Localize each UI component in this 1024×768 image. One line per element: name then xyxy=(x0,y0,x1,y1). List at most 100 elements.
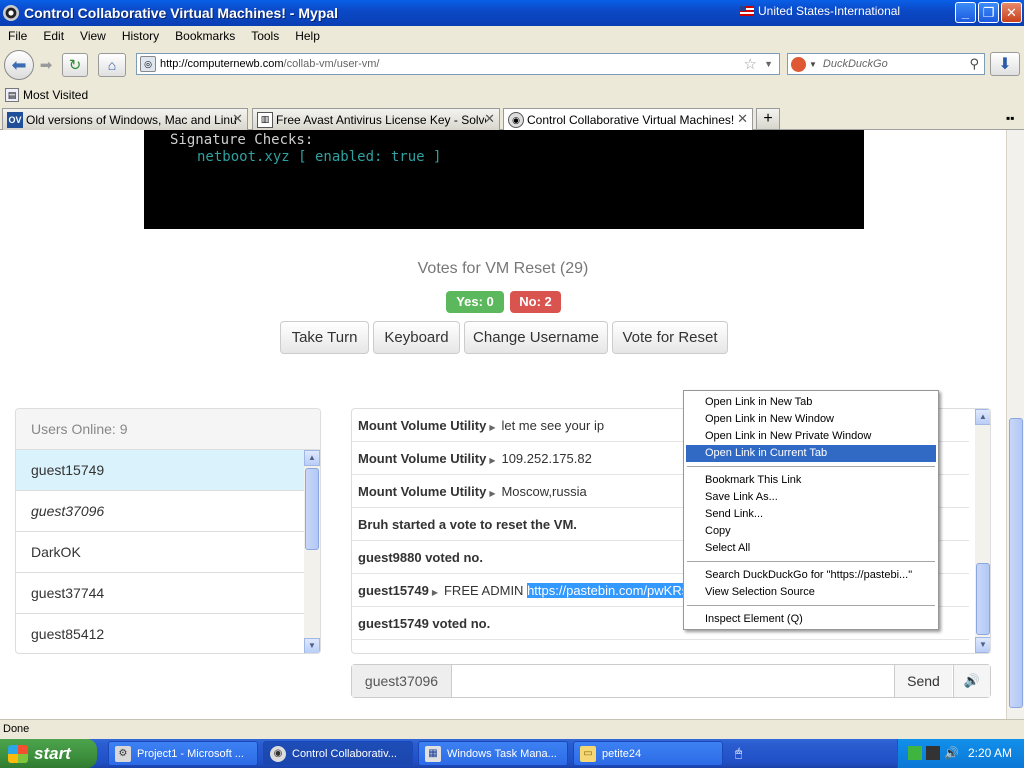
menu-file[interactable]: File xyxy=(0,29,35,43)
chat-link[interactable]: https://pastebin.com/pwKRs xyxy=(527,583,689,598)
duckduckgo-icon[interactable] xyxy=(791,56,806,72)
chat-username-label: guest37096 xyxy=(352,665,452,697)
no-votes-badge[interactable]: No: 2 xyxy=(510,291,561,313)
bookmark-star-icon[interactable]: ☆ xyxy=(744,55,757,73)
tray-app-icon[interactable] xyxy=(908,746,922,760)
tab-label: Free Avast Antivirus License Key - Solve… xyxy=(276,112,486,127)
tray-volume-icon[interactable]: 🔊 xyxy=(944,746,959,760)
change-username-button[interactable]: Change Username xyxy=(464,321,608,354)
user-list-item[interactable]: guest15749 xyxy=(16,450,304,491)
chat-username[interactable]: Mount Volume Utility xyxy=(358,451,486,466)
taskbar-item-project1[interactable]: ⚙ Project1 - Microsoft ... xyxy=(108,741,258,766)
new-tab-button[interactable]: + xyxy=(756,108,780,130)
menu-bookmarks[interactable]: Bookmarks xyxy=(167,29,243,43)
scroll-down-icon[interactable]: ▼ xyxy=(975,637,990,653)
tab-close-icon[interactable]: ✕ xyxy=(232,111,243,127)
send-button[interactable]: Send xyxy=(894,665,952,697)
keyboard-button[interactable]: Keyboard xyxy=(373,321,460,354)
take-turn-button[interactable]: Take Turn xyxy=(280,321,369,354)
language-indicator[interactable]: United States-International xyxy=(740,4,900,18)
forward-button[interactable]: ➡ xyxy=(36,55,56,75)
user-list-item[interactable]: guest37096 xyxy=(16,491,304,532)
mouse-icon[interactable]: 🖱 xyxy=(735,746,749,762)
us-flag-icon xyxy=(740,6,754,16)
reload-button[interactable]: ↻ xyxy=(62,53,88,77)
tab-old-versions[interactable]: OV Old versions of Windows, Mac and Linu… xyxy=(2,108,248,130)
search-bar[interactable]: ▼ DuckDuckGo ⚲ xyxy=(787,53,985,75)
home-button[interactable]: ⌂ xyxy=(98,53,126,77)
ctx-search-duckduckgo[interactable]: Search DuckDuckGo for "https://pastebi..… xyxy=(686,567,936,584)
address-bar[interactable]: ◎ http://computernewb.com/collab-vm/user… xyxy=(136,53,780,75)
ctx-inspect-element[interactable]: Inspect Element (Q) xyxy=(686,611,936,628)
scroll-down-icon[interactable]: ▼ xyxy=(304,638,320,653)
ctx-copy[interactable]: Copy xyxy=(686,523,936,540)
mypal-app-icon[interactable] xyxy=(3,5,19,21)
url-dropdown-icon[interactable]: ▼ xyxy=(764,59,773,69)
minimize-button[interactable]: _ xyxy=(955,2,976,23)
ctx-open-private-window[interactable]: Open Link in New Private Window xyxy=(686,428,936,445)
menu-help[interactable]: Help xyxy=(287,29,328,43)
start-button[interactable]: start xyxy=(0,739,97,768)
menu-history[interactable]: History xyxy=(114,29,167,43)
chat-scrollbar[interactable]: ▲ ▼ xyxy=(975,409,990,653)
close-button[interactable]: ✕ xyxy=(1001,2,1022,23)
ctx-send-link[interactable]: Send Link... xyxy=(686,506,936,523)
ctx-open-new-tab[interactable]: Open Link in New Tab xyxy=(686,394,936,411)
user-list-item[interactable]: guest85412 xyxy=(16,614,304,653)
taskbar-item-mypal[interactable]: ◉ Control Collaborativ... xyxy=(263,741,413,766)
scrollbar-thumb[interactable] xyxy=(976,563,990,635)
users-scrollbar[interactable]: ▲ ▼ xyxy=(304,450,320,653)
chat-username[interactable]: Mount Volume Utility xyxy=(358,418,486,433)
back-button[interactable]: ⬅ xyxy=(4,50,34,80)
maximize-button[interactable]: ❐ xyxy=(978,2,999,23)
tab-close-icon[interactable]: ✕ xyxy=(737,111,748,127)
page-favicon-icon: ▥ xyxy=(257,111,273,128)
task-label: Windows Task Mana... xyxy=(447,747,557,760)
downloads-button[interactable]: ⬇ xyxy=(990,52,1020,76)
ctx-view-selection-source[interactable]: View Selection Source xyxy=(686,584,936,601)
chat-username[interactable]: guest15749 xyxy=(358,583,429,598)
page-scrollbar[interactable] xyxy=(1006,130,1024,719)
taskbar-clock[interactable]: 2:20 AM xyxy=(968,746,1012,760)
menu-bar: File Edit View History Bookmarks Tools H… xyxy=(0,26,1024,46)
sound-toggle-button[interactable]: 🔊 xyxy=(953,665,990,697)
ctx-open-current-tab[interactable]: Open Link in Current Tab xyxy=(686,445,936,462)
scroll-up-icon[interactable]: ▲ xyxy=(304,450,320,466)
tab-avast-key[interactable]: ▥ Free Avast Antivirus License Key - Sol… xyxy=(252,108,500,130)
ctx-select-all[interactable]: Select All xyxy=(686,540,936,557)
taskbar-item-petite24[interactable]: ▭ petite24 xyxy=(573,741,723,766)
search-engine-dropdown-icon[interactable]: ▼ xyxy=(809,60,817,69)
tab-close-icon[interactable]: ✕ xyxy=(484,111,495,127)
yes-votes-badge[interactable]: Yes: 0 xyxy=(446,291,504,313)
ctx-open-new-window[interactable]: Open Link in New Window xyxy=(686,411,936,428)
ctx-save-link[interactable]: Save Link As... xyxy=(686,489,936,506)
menu-edit[interactable]: Edit xyxy=(35,29,72,43)
vm-screen[interactable]: Signature Checks: netboot.xyz [ enabled:… xyxy=(144,130,864,229)
user-list-item[interactable]: DarkOK xyxy=(16,532,304,573)
bookmark-most-visited[interactable]: Most Visited xyxy=(23,88,88,102)
back-arrow-icon: ⬅ xyxy=(11,54,27,75)
scrollbar-thumb[interactable] xyxy=(305,468,319,550)
menu-separator xyxy=(687,561,935,562)
task-manager-icon: ▦ xyxy=(425,745,441,762)
tray-network-icon[interactable] xyxy=(926,746,940,760)
most-visited-icon: ▤ xyxy=(5,88,19,102)
menu-view[interactable]: View xyxy=(72,29,114,43)
scroll-up-icon[interactable]: ▲ xyxy=(975,409,990,425)
list-all-tabs-icon[interactable]: ▪▪ xyxy=(1006,111,1015,125)
chat-username[interactable]: Mount Volume Utility xyxy=(358,484,486,499)
chat-message-input[interactable] xyxy=(453,665,893,697)
chat-text: let me see your ip xyxy=(501,418,605,433)
taskbar-item-task-manager[interactable]: ▦ Windows Task Mana... xyxy=(418,741,568,766)
chat-text: FREE ADMIN xyxy=(443,583,524,598)
user-list-item[interactable]: guest37744 xyxy=(16,573,304,614)
ctx-bookmark-link[interactable]: Bookmark This Link xyxy=(686,472,936,489)
site-identity-icon[interactable]: ◎ xyxy=(140,56,156,72)
search-icon[interactable]: ⚲ xyxy=(969,56,979,72)
vote-reset-button[interactable]: Vote for Reset xyxy=(612,321,728,354)
title-bar: Control Collaborative Virtual Machines! … xyxy=(0,0,1024,26)
tab-label: Control Collaborative Virtual Machines! xyxy=(527,113,735,127)
menu-tools[interactable]: Tools xyxy=(243,29,287,43)
tab-collabvm[interactable]: ◉ Control Collaborative Virtual Machines… xyxy=(503,108,753,131)
scrollbar-thumb[interactable] xyxy=(1009,418,1023,708)
